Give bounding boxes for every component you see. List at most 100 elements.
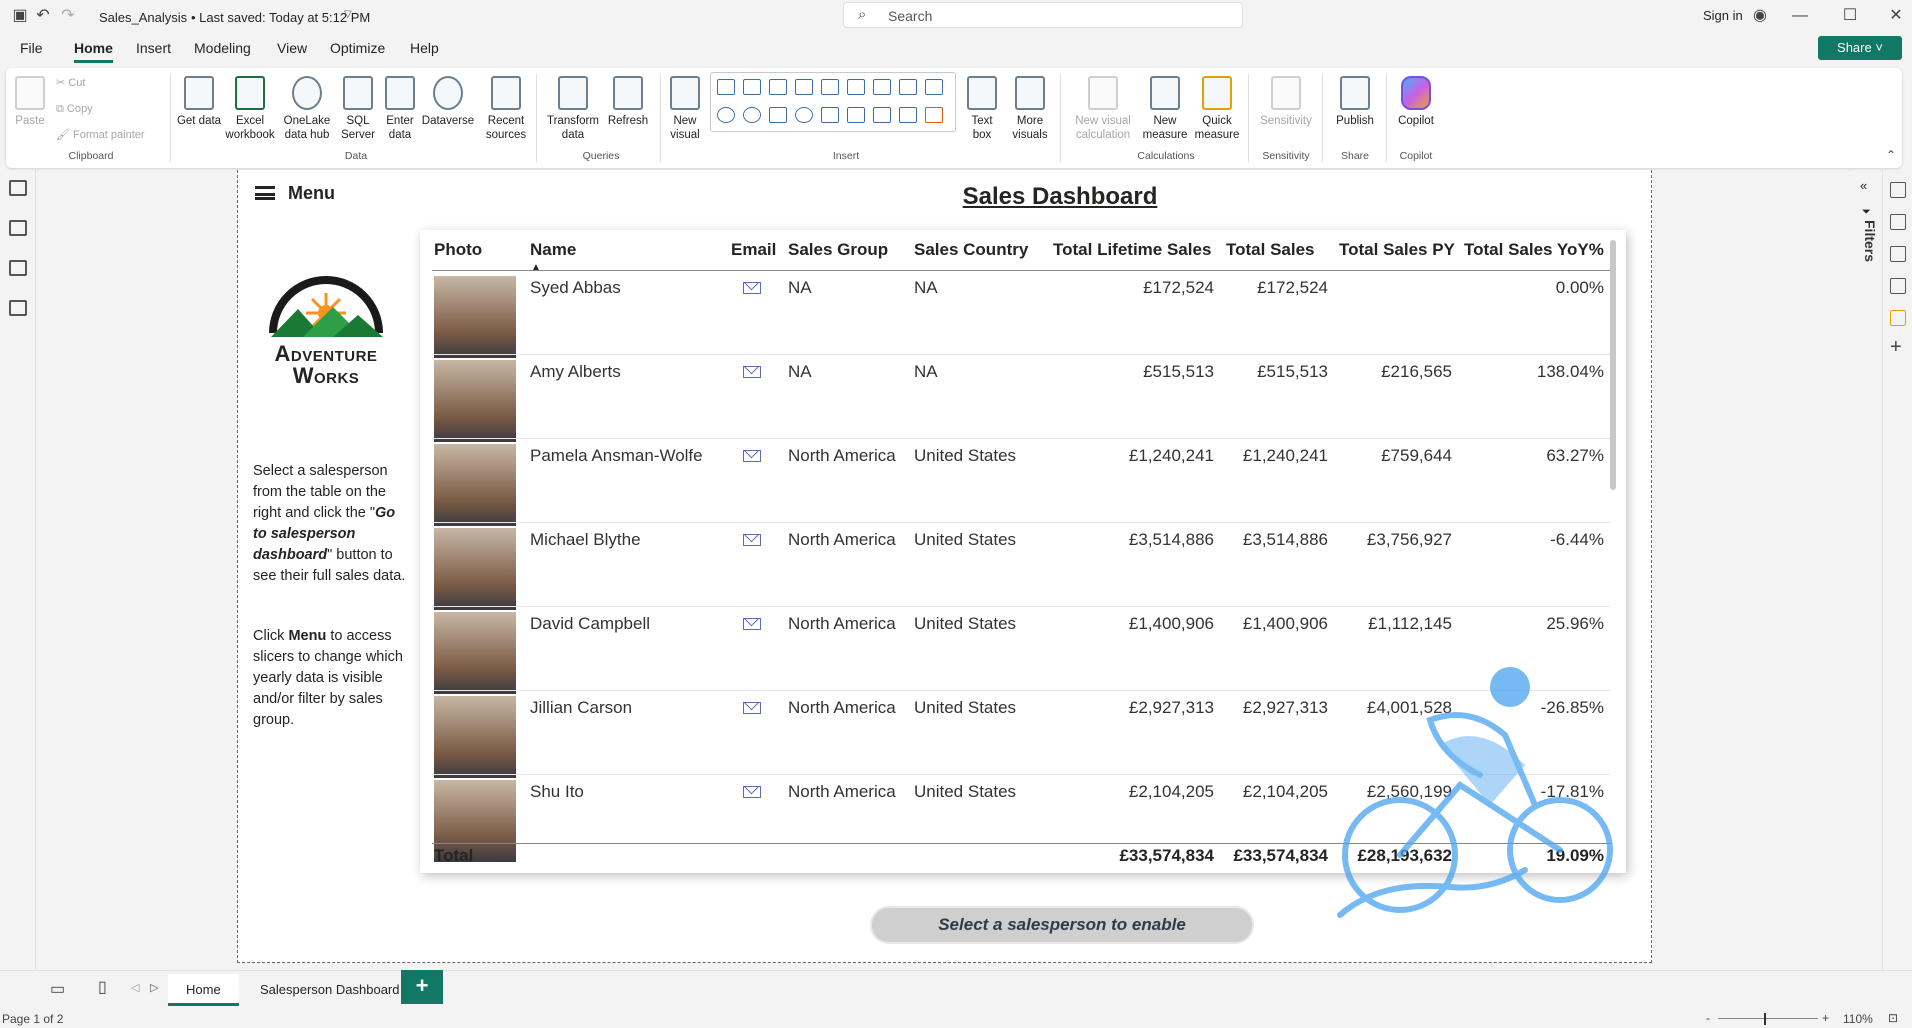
quick-measure-button[interactable]: Quick measure: [1194, 76, 1240, 142]
desktop-layout-icon[interactable]: ▭: [50, 979, 65, 999]
col-header-total-sales[interactable]: Total Sales: [1226, 240, 1315, 260]
gauge-icon[interactable]: [821, 107, 839, 123]
pie-chart-icon[interactable]: [717, 107, 735, 123]
zoom-out-icon[interactable]: -: [1706, 1011, 1710, 1025]
sign-in-link[interactable]: Sign in: [1703, 8, 1743, 23]
ribbon-chart-icon[interactable]: [873, 79, 891, 95]
close-icon[interactable]: ✕: [1886, 6, 1906, 26]
email-icon[interactable]: [743, 450, 761, 462]
tab-home[interactable]: Home: [74, 40, 113, 63]
copilot-button[interactable]: Copilot: [1392, 76, 1440, 128]
next-page-icon[interactable]: ▷: [150, 981, 158, 994]
new-visual-calculation-button[interactable]: New visual calculation: [1070, 76, 1136, 142]
tab-help[interactable]: Help: [410, 40, 439, 56]
paste-button[interactable]: Paste: [12, 76, 48, 128]
tab-view[interactable]: View: [277, 40, 307, 56]
zoom-in-icon[interactable]: +: [1822, 1011, 1829, 1025]
zoom-slider-thumb[interactable]: [1764, 1013, 1766, 1025]
go-to-salesperson-button[interactable]: Select a salesperson to enable: [870, 906, 1254, 944]
text-box-button[interactable]: Text box: [964, 76, 1000, 142]
undo-icon[interactable]: ↶: [33, 6, 53, 26]
hamburger-icon[interactable]: [255, 186, 275, 200]
map-icon[interactable]: [795, 107, 813, 123]
account-icon[interactable]: ◉: [1750, 6, 1770, 26]
refresh-button[interactable]: Refresh: [604, 76, 652, 128]
get-data-button[interactable]: Get data: [176, 76, 222, 128]
email-icon[interactable]: [743, 618, 761, 630]
collapse-ribbon-icon[interactable]: ⌃: [1886, 148, 1896, 162]
expand-pane-icon[interactable]: «: [1860, 178, 1867, 193]
format-pane-icon[interactable]: [1890, 246, 1906, 262]
line-chart-icon[interactable]: [821, 79, 839, 95]
waterfall-icon[interactable]: [899, 79, 917, 95]
save-icon[interactable]: ▣: [10, 6, 30, 26]
card-icon[interactable]: [873, 107, 891, 123]
new-measure-button[interactable]: New measure: [1142, 76, 1188, 142]
redo-icon[interactable]: ↷: [58, 6, 78, 26]
visual-gallery[interactable]: [710, 72, 956, 132]
column-chart-icon[interactable]: [795, 79, 813, 95]
add-pane-icon[interactable]: +: [1890, 336, 1902, 359]
email-icon[interactable]: [743, 366, 761, 378]
filters-label[interactable]: Filters: [1854, 220, 1878, 280]
donut-chart-icon[interactable]: [743, 107, 761, 123]
tab-modeling[interactable]: Modeling: [194, 40, 251, 56]
recent-sources-button[interactable]: Recent sources: [480, 76, 532, 142]
chevron-down-icon[interactable]: ▽: [344, 9, 352, 20]
prev-page-icon[interactable]: ◁: [131, 981, 139, 994]
col-header-sales-country[interactable]: Sales Country: [914, 240, 1028, 260]
maximize-icon[interactable]: ☐: [1840, 6, 1860, 26]
zoom-slider[interactable]: [1718, 1018, 1818, 1019]
zoom-level[interactable]: 110%: [1843, 1012, 1873, 1026]
tab-insert[interactable]: Insert: [136, 40, 171, 56]
publish-button[interactable]: Publish: [1332, 76, 1378, 128]
enter-data-button[interactable]: Enter data: [380, 76, 420, 142]
col-header-total-sales-py[interactable]: Total Sales PY: [1339, 240, 1455, 260]
table-view-icon[interactable]: [9, 220, 27, 236]
transform-data-button[interactable]: Transform data: [544, 76, 602, 142]
email-icon[interactable]: [743, 702, 761, 714]
table-scrollbar[interactable]: [1610, 240, 1616, 490]
treemap-icon[interactable]: [769, 107, 787, 123]
minimize-icon[interactable]: —: [1790, 6, 1810, 26]
more-visuals-button[interactable]: More visuals: [1006, 76, 1054, 142]
col-header-photo[interactable]: Photo: [434, 240, 482, 260]
email-icon[interactable]: [743, 534, 761, 546]
bar-chart-icon[interactable]: [743, 79, 761, 95]
mobile-layout-icon[interactable]: ▯: [98, 977, 107, 997]
cut-button[interactable]: ✂ Cut: [56, 76, 85, 90]
menu-button[interactable]: Menu: [288, 183, 335, 204]
selection-pane-icon[interactable]: [1890, 310, 1906, 326]
col-header-sales-group[interactable]: Sales Group: [788, 240, 888, 260]
bookmarks-icon[interactable]: [1890, 278, 1906, 294]
email-icon[interactable]: [743, 282, 761, 294]
decomposition-tree-icon[interactable]: [847, 107, 865, 123]
dax-query-view-icon[interactable]: [9, 300, 27, 316]
filters-pane-collapsed[interactable]: « ⏷: [1852, 170, 1880, 970]
model-view-icon[interactable]: [9, 260, 27, 276]
col-header-lifetime-sales[interactable]: Total Lifetime Sales: [1053, 240, 1211, 260]
data-pane-icon[interactable]: [1890, 182, 1906, 198]
slicer-icon[interactable]: [925, 107, 943, 123]
col-header-name[interactable]: Name: [530, 240, 576, 260]
excel-workbook-button[interactable]: Excel workbook: [224, 76, 276, 142]
visualizations-pane-icon[interactable]: [1890, 214, 1906, 230]
kpi-icon[interactable]: [899, 107, 917, 123]
report-view-icon[interactable]: [9, 180, 27, 196]
col-header-yoy[interactable]: Total Sales YoY%: [1464, 240, 1604, 260]
tab-file[interactable]: File: [20, 40, 43, 56]
search-box[interactable]: ⌕ Search: [843, 2, 1243, 28]
column-chart-icon[interactable]: [769, 79, 787, 95]
sensitivity-button[interactable]: Sensitivity: [1256, 76, 1316, 128]
tab-optimize[interactable]: Optimize: [330, 40, 385, 56]
area-chart-icon[interactable]: [847, 79, 865, 95]
dataverse-button[interactable]: Dataverse: [420, 76, 476, 128]
fit-to-page-icon[interactable]: ⊡: [1888, 1011, 1898, 1025]
add-page-button[interactable]: +: [401, 970, 443, 1004]
share-button[interactable]: Share ˅: [1818, 36, 1902, 60]
format-painter-button[interactable]: 🖌 Format painter: [56, 128, 145, 142]
page-tab-salesperson-dashboard[interactable]: Salesperson Dashboard: [242, 974, 417, 1006]
new-visual-button[interactable]: New visual: [664, 76, 706, 142]
email-icon[interactable]: [743, 786, 761, 798]
funnel-icon[interactable]: [925, 79, 943, 95]
